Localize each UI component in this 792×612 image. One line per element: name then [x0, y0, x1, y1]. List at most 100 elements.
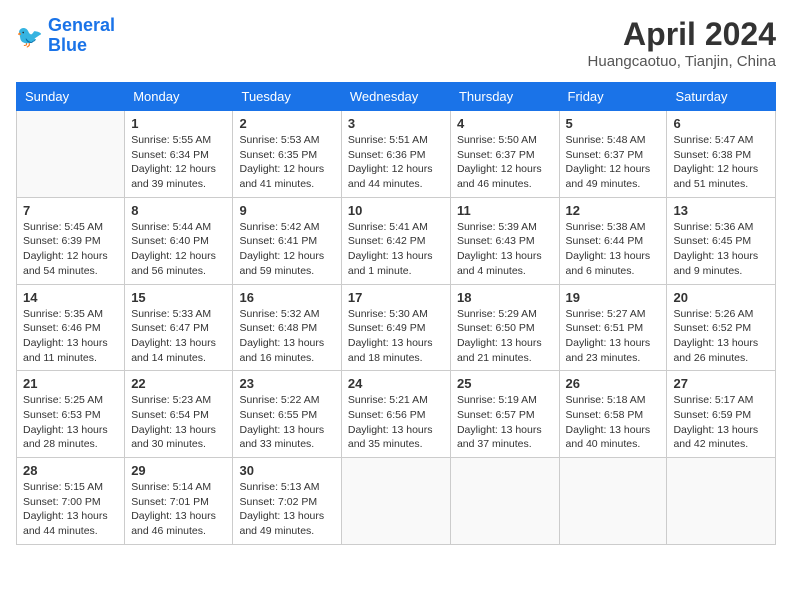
cell-info: Sunrise: 5:45 AM Sunset: 6:39 PM Dayligh… [23, 220, 118, 279]
calendar-cell: 24 Sunrise: 5:21 AM Sunset: 6:56 PM Dayli… [341, 371, 450, 458]
cell-info: Sunrise: 5:36 AM Sunset: 6:45 PM Dayligh… [673, 220, 769, 279]
day-number: 7 [23, 203, 118, 218]
day-number: 1 [131, 116, 226, 131]
cell-info: Sunrise: 5:30 AM Sunset: 6:49 PM Dayligh… [348, 307, 444, 366]
weekday-header: Wednesday [341, 83, 450, 111]
day-number: 14 [23, 290, 118, 305]
calendar-cell: 29Sunrise: 5:14 AM Sunset: 7:01 PM Dayli… [125, 458, 233, 545]
cell-info: Sunrise: 5:50 AM Sunset: 6:37 PM Dayligh… [457, 133, 553, 192]
day-number: 8 [131, 203, 226, 218]
weekday-header: Sunday [17, 83, 125, 111]
cell-info: Sunrise: 5:25 AM Sunset: 6:53 PM Dayligh… [23, 393, 118, 452]
calendar-cell: 6 Sunrise: 5:47 AM Sunset: 6:38 PM Daylig… [667, 111, 776, 198]
cell-info: Sunrise: 5:33 AM Sunset: 6:47 PM Dayligh… [131, 307, 226, 366]
day-number: 13 [673, 203, 769, 218]
calendar-cell: 12 Sunrise: 5:38 AM Sunset: 6:44 PM Dayli… [559, 197, 667, 284]
cell-info: Sunrise: 5:35 AM Sunset: 6:46 PM Dayligh… [23, 307, 118, 366]
calendar-cell: 9 Sunrise: 5:42 AM Sunset: 6:41 PM Daylig… [233, 197, 341, 284]
day-number: 29 [131, 463, 226, 478]
weekday-header: Tuesday [233, 83, 341, 111]
calendar-cell: 1 Sunrise: 5:55 AM Sunset: 6:34 PM Daylig… [125, 111, 233, 198]
calendar-cell: 23Sunrise: 5:22 AM Sunset: 6:55 PM Dayli… [233, 371, 341, 458]
calendar-cell: 4 Sunrise: 5:50 AM Sunset: 6:37 PM Daylig… [450, 111, 559, 198]
day-number: 25 [457, 376, 553, 391]
day-number: 28 [23, 463, 118, 478]
calendar-cell: 2 Sunrise: 5:53 AM Sunset: 6:35 PM Daylig… [233, 111, 341, 198]
calendar-cell [450, 458, 559, 545]
cell-info: Sunrise: 5:42 AM Sunset: 6:41 PM Dayligh… [239, 220, 334, 279]
calendar-cell: 26Sunrise: 5:18 AM Sunset: 6:58 PM Dayli… [559, 371, 667, 458]
calendar-cell: 28Sunrise: 5:15 AM Sunset: 7:00 PM Dayli… [17, 458, 125, 545]
cell-info: Sunrise: 5:53 AM Sunset: 6:35 PM Dayligh… [239, 133, 334, 192]
day-number: 9 [239, 203, 334, 218]
cell-info: Sunrise: 5:27 AM Sunset: 6:51 PM Dayligh… [566, 307, 661, 366]
cell-info: Sunrise: 5:23 AM Sunset: 6:54 PM Dayligh… [131, 393, 226, 452]
cell-info: Sunrise: 5:48 AM Sunset: 6:37 PM Dayligh… [566, 133, 661, 192]
logo-text: General Blue [48, 16, 115, 56]
location: Huangcaotuo, Tianjin, China [588, 53, 776, 70]
calendar-cell: 21 Sunrise: 5:25 AM Sunset: 6:53 PM Dayli… [17, 371, 125, 458]
cell-info: Sunrise: 5:44 AM Sunset: 6:40 PM Dayligh… [131, 220, 226, 279]
cell-info: Sunrise: 5:21 AM Sunset: 6:56 PM Dayligh… [348, 393, 444, 452]
cell-info: Sunrise: 5:19 AM Sunset: 6:57 PM Dayligh… [457, 393, 553, 452]
day-number: 5 [566, 116, 661, 131]
weekday-header: Friday [559, 83, 667, 111]
title-block: April 2024 Huangcaotuo, Tianjin, China [588, 16, 776, 70]
calendar-cell: 3Sunrise: 5:51 AM Sunset: 6:36 PM Daylig… [341, 111, 450, 198]
cell-info: Sunrise: 5:38 AM Sunset: 6:44 PM Dayligh… [566, 220, 661, 279]
weekday-header: Saturday [667, 83, 776, 111]
day-number: 17 [348, 290, 444, 305]
day-number: 2 [239, 116, 334, 131]
cell-info: Sunrise: 5:32 AM Sunset: 6:48 PM Dayligh… [239, 307, 334, 366]
calendar-cell: 13 Sunrise: 5:36 AM Sunset: 6:45 PM Dayli… [667, 197, 776, 284]
day-number: 20 [673, 290, 769, 305]
calendar-body: 1 Sunrise: 5:55 AM Sunset: 6:34 PM Daylig… [17, 111, 776, 545]
day-number: 10 [348, 203, 444, 218]
month-year: April 2024 [588, 16, 776, 53]
calendar-cell: 17 Sunrise: 5:30 AM Sunset: 6:49 PM Dayli… [341, 284, 450, 371]
cell-info: Sunrise: 5:13 AM Sunset: 7:02 PM Dayligh… [239, 480, 334, 539]
calendar-cell [559, 458, 667, 545]
calendar-week-row: 28Sunrise: 5:15 AM Sunset: 7:00 PM Dayli… [17, 458, 776, 545]
cell-info: Sunrise: 5:41 AM Sunset: 6:42 PM Dayligh… [348, 220, 444, 279]
day-number: 22 [131, 376, 226, 391]
day-number: 12 [566, 203, 661, 218]
calendar-cell: 14 Sunrise: 5:35 AM Sunset: 6:46 PM Dayli… [17, 284, 125, 371]
calendar-cell: 16Sunrise: 5:32 AM Sunset: 6:48 PM Dayli… [233, 284, 341, 371]
logo: 🐦 General Blue [16, 16, 115, 56]
cell-info: Sunrise: 5:26 AM Sunset: 6:52 PM Dayligh… [673, 307, 769, 366]
calendar-header: SundayMondayTuesdayWednesdayThursdayFrid… [17, 83, 776, 111]
cell-info: Sunrise: 5:29 AM Sunset: 6:50 PM Dayligh… [457, 307, 553, 366]
calendar-cell: 18 Sunrise: 5:29 AM Sunset: 6:50 PM Dayli… [450, 284, 559, 371]
cell-info: Sunrise: 5:55 AM Sunset: 6:34 PM Dayligh… [131, 133, 226, 192]
weekday-header: Monday [125, 83, 233, 111]
day-number: 18 [457, 290, 553, 305]
weekday-header: Thursday [450, 83, 559, 111]
calendar-cell: 25 Sunrise: 5:19 AM Sunset: 6:57 PM Dayli… [450, 371, 559, 458]
cell-info: Sunrise: 5:47 AM Sunset: 6:38 PM Dayligh… [673, 133, 769, 192]
calendar-cell [341, 458, 450, 545]
logo-icon: 🐦 [16, 22, 44, 50]
calendar-week-row: 1 Sunrise: 5:55 AM Sunset: 6:34 PM Daylig… [17, 111, 776, 198]
svg-text:🐦: 🐦 [16, 24, 43, 49]
cell-info: Sunrise: 5:18 AM Sunset: 6:58 PM Dayligh… [566, 393, 661, 452]
calendar-week-row: 21 Sunrise: 5:25 AM Sunset: 6:53 PM Dayli… [17, 371, 776, 458]
day-number: 24 [348, 376, 444, 391]
day-number: 6 [673, 116, 769, 131]
calendar-cell: 20 Sunrise: 5:26 AM Sunset: 6:52 PM Dayli… [667, 284, 776, 371]
day-number: 21 [23, 376, 118, 391]
header-row: SundayMondayTuesdayWednesdayThursdayFrid… [17, 83, 776, 111]
calendar-cell [667, 458, 776, 545]
calendar-week-row: 14 Sunrise: 5:35 AM Sunset: 6:46 PM Dayli… [17, 284, 776, 371]
calendar-cell: 30 Sunrise: 5:13 AM Sunset: 7:02 PM Dayli… [233, 458, 341, 545]
calendar-week-row: 7 Sunrise: 5:45 AM Sunset: 6:39 PM Daylig… [17, 197, 776, 284]
day-number: 15 [131, 290, 226, 305]
calendar-table: SundayMondayTuesdayWednesdayThursdayFrid… [16, 82, 776, 545]
day-number: 23 [239, 376, 334, 391]
day-number: 30 [239, 463, 334, 478]
calendar-cell: 8 Sunrise: 5:44 AM Sunset: 6:40 PM Daylig… [125, 197, 233, 284]
cell-info: Sunrise: 5:17 AM Sunset: 6:59 PM Dayligh… [673, 393, 769, 452]
day-number: 3 [348, 116, 444, 131]
day-number: 4 [457, 116, 553, 131]
calendar-cell: 7 Sunrise: 5:45 AM Sunset: 6:39 PM Daylig… [17, 197, 125, 284]
